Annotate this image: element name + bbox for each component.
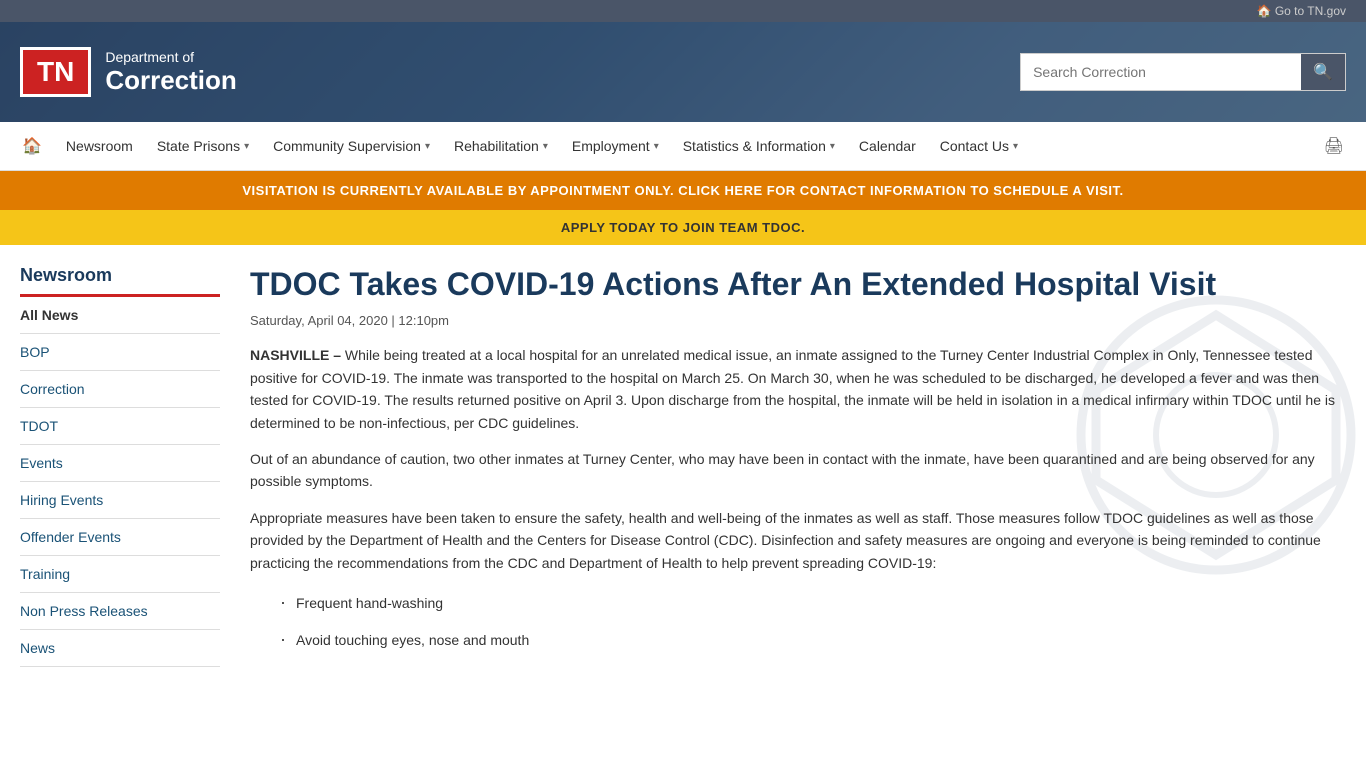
sidebar: Newsroom All News BOP Correction TDOT Ev… — [20, 265, 220, 667]
sidebar-link-hiring-events[interactable]: Hiring Events — [20, 482, 220, 518]
sidebar-item-news[interactable]: News — [20, 630, 220, 667]
sidebar-link-offender-events[interactable]: Offender Events — [20, 519, 220, 555]
sidebar-link-training[interactable]: Training — [20, 556, 220, 592]
logo-dept: Department of — [105, 49, 236, 65]
header-search: 🔍 — [1020, 53, 1346, 91]
goto-tn-link[interactable]: Go to TN.gov — [1275, 4, 1346, 18]
article-bold-prefix-1: NASHVILLE – — [250, 347, 341, 363]
article-paragraph-1: NASHVILLE – While being treated at a loc… — [250, 344, 1346, 434]
sidebar-item-non-press-releases[interactable]: Non Press Releases — [20, 593, 220, 630]
nav-newsroom[interactable]: Newsroom — [54, 124, 145, 168]
sidebar-item-correction[interactable]: Correction — [20, 371, 220, 408]
article: TDOC Takes COVID-19 Actions After An Ext… — [250, 265, 1346, 667]
chevron-statistics: ▾ — [830, 141, 835, 152]
sidebar-item-hiring-events[interactable]: Hiring Events — [20, 482, 220, 519]
logo-text: Department of Correction — [105, 49, 236, 96]
chevron-contact: ▾ — [1013, 141, 1018, 152]
chevron-rehabilitation: ▾ — [543, 141, 548, 152]
article-title: TDOC Takes COVID-19 Actions After An Ext… — [250, 265, 1346, 303]
logo-name: Correction — [105, 65, 236, 96]
search-box: 🔍 — [1020, 53, 1346, 91]
sidebar-link-all-news[interactable]: All News — [20, 297, 220, 333]
nav-bar: 🏠 Newsroom State Prisons ▾ Community Sup… — [0, 122, 1366, 171]
nav-calendar[interactable]: Calendar — [847, 124, 928, 168]
main-container: Newsroom All News BOP Correction TDOT Ev… — [0, 245, 1366, 687]
sidebar-item-events[interactable]: Events — [20, 445, 220, 482]
sidebar-link-events[interactable]: Events — [20, 445, 220, 481]
bullet-item-1: Frequent hand-washing — [270, 588, 1346, 617]
sidebar-link-tdot[interactable]: TDOT — [20, 408, 220, 444]
sidebar-item-all-news[interactable]: All News — [20, 297, 220, 334]
logo-tn-box: TN — [20, 47, 91, 97]
yellow-banner[interactable]: APPLY TODAY TO JOIN TEAM TDOC. — [0, 210, 1366, 245]
sidebar-item-bop[interactable]: BOP — [20, 334, 220, 371]
nav-contact[interactable]: Contact Us ▾ — [928, 124, 1030, 168]
bullet-item-2: Avoid touching eyes, nose and mouth — [270, 625, 1346, 654]
nav-print[interactable]: 🖨 — [1312, 122, 1356, 170]
search-button[interactable]: 🔍 — [1301, 54, 1345, 90]
nav-community-supervision[interactable]: Community Supervision ▾ — [261, 124, 442, 168]
article-text-1: While being treated at a local hospital … — [250, 347, 1335, 430]
nav-rehabilitation[interactable]: Rehabilitation ▾ — [442, 124, 560, 168]
nav-statistics[interactable]: Statistics & Information ▾ — [671, 124, 847, 168]
home-icon: 🏠 — [1257, 4, 1272, 18]
article-body: NASHVILLE – While being treated at a loc… — [250, 344, 1346, 653]
nav-state-prisons[interactable]: State Prisons ▾ — [145, 124, 261, 168]
chevron-state-prisons: ▾ — [244, 141, 249, 152]
header-logo: TN Department of Correction — [20, 47, 237, 97]
article-date: Saturday, April 04, 2020 | 12:10pm — [250, 313, 1346, 328]
sidebar-menu: All News BOP Correction TDOT Events Hiri… — [20, 297, 220, 667]
article-paragraph-3: Appropriate measures have been taken to … — [250, 507, 1346, 574]
header-top-bar: 🏠 Go to TN.gov — [0, 0, 1366, 22]
search-input[interactable] — [1021, 56, 1301, 88]
header-main: TN Department of Correction 🔍 — [0, 22, 1366, 122]
chevron-employment: ▾ — [654, 141, 659, 152]
chevron-community: ▾ — [425, 141, 430, 152]
sidebar-item-tdot[interactable]: TDOT — [20, 408, 220, 445]
sidebar-link-non-press-releases[interactable]: Non Press Releases — [20, 593, 220, 629]
sidebar-item-offender-events[interactable]: Offender Events — [20, 519, 220, 556]
sidebar-title: Newsroom — [20, 265, 220, 286]
article-paragraph-2: Out of an abundance of caution, two othe… — [250, 448, 1346, 493]
nav-home[interactable]: 🏠 — [10, 122, 54, 170]
nav-employment[interactable]: Employment ▾ — [560, 124, 671, 168]
sidebar-link-news[interactable]: News — [20, 630, 220, 666]
sidebar-link-correction[interactable]: Correction — [20, 371, 220, 407]
orange-banner[interactable]: VISITATION IS CURRENTLY AVAILABLE BY APP… — [0, 171, 1366, 210]
article-bullet-list: Frequent hand-washing Avoid touching eye… — [270, 588, 1346, 654]
sidebar-link-bop[interactable]: BOP — [20, 334, 220, 370]
sidebar-item-training[interactable]: Training — [20, 556, 220, 593]
